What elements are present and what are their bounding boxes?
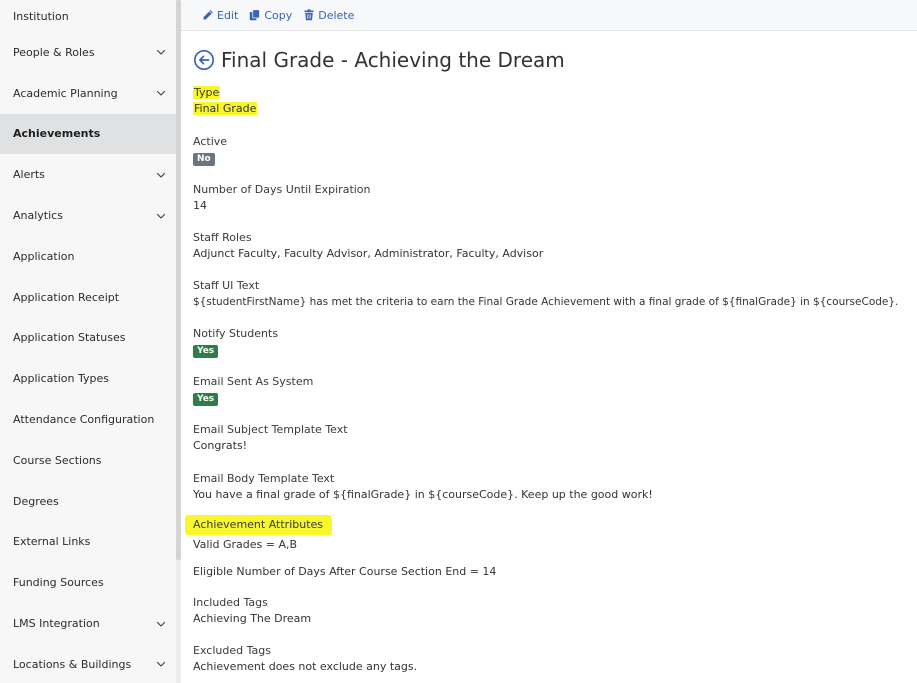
field-notify-students: Notify Students Yes [193,326,903,358]
field-email-body: Email Body Template Text You have a fina… [193,471,903,503]
sidebar-item-application-statuses[interactable]: Application Statuses [0,318,176,359]
field-included-tags: Included Tags Achieving The Dream [193,595,903,627]
field-active: Active No [193,134,903,166]
sidebar-item-label: LMS Integration [13,617,100,631]
sidebar-item-label: Analytics [13,209,63,223]
expiration-value: 14 [193,199,207,212]
sidebar-item-funding-sources[interactable]: Funding Sources [0,562,176,603]
trash-icon [304,9,314,21]
sidebar-item-label: Degrees [13,494,59,508]
sidebar-item-course-sections[interactable]: Course Sections [0,440,176,481]
pencil-icon [203,10,213,20]
sidebar-item-label: People & Roles [13,45,95,59]
sidebar-item-label: Achievements [13,127,101,141]
email-sent-as-system-badge: Yes [193,393,219,406]
sidebar-item-people-and-roles[interactable]: People & Roles [0,32,176,73]
sidebar-item-analytics[interactable]: Analytics [0,195,176,236]
achievement-attributes-label: Achievement Attributes [185,515,333,535]
sidebar-item-degrees[interactable]: Degrees [0,481,176,522]
included-tags-value: Achieving The Dream [193,612,312,625]
scrollbar-thumb[interactable] [176,0,181,560]
chevron-down-icon[interactable] [155,210,167,222]
achievement-attributes-values-2: Eligible Number of Days After Course Sec… [193,563,903,580]
sidebar-item-label: Application Statuses [13,331,126,345]
chevron-down-icon[interactable] [155,618,167,630]
delete-label: Delete [318,8,355,22]
expiration-label: Number of Days Until Expiration [193,183,371,196]
staff-ui-text-label: Staff UI Text [193,279,260,292]
detail-panel: Final Grade - Achieving the Dream [193,44,903,76]
email-subject-label: Email Subject Template Text [193,423,348,436]
staff-roles-value: Adjunct Faculty, Faculty Advisor, Admini… [193,247,544,260]
email-sent-as-system-label: Email Sent As System [193,375,314,388]
sidebar-item-label: Attendance Configuration [13,413,155,427]
chevron-down-icon[interactable] [155,169,167,181]
sidebar-item-label: Application Types [13,372,109,386]
sidebar-item-application[interactable]: Application [0,236,176,277]
sidebar-item-institution[interactable]: Institution [0,0,176,32]
field-staff-roles: Staff Roles Adjunct Faculty, Faculty Adv… [193,230,903,262]
staff-ui-text-value: ${studentFirstName} has met the criteria… [193,296,899,308]
excluded-tags-label: Excluded Tags [193,644,271,657]
sidebar-scrollbar[interactable] [176,0,181,683]
copy-button[interactable]: Copy [249,9,292,22]
email-subject-value: Congrats! [193,439,248,452]
active-badge: No [193,153,215,166]
sidebar-item-label: Course Sections [13,453,102,467]
active-label: Active [193,135,228,148]
sidebar-item-achievements[interactable]: Achievements [0,113,176,155]
delete-button[interactable]: Delete [303,9,354,22]
chevron-down-icon[interactable] [155,87,167,99]
sidebar-item-label: External Links [13,535,91,549]
sidebar-item-attendance-configuration[interactable]: Attendance Configuration [0,399,176,440]
field-achievement-attributes: Achievement Attributes [185,513,895,537]
sidebar-item-label: Application [13,249,75,263]
edit-label: Edit [217,8,239,22]
field-email-subject: Email Subject Template Text Congrats! [193,422,903,454]
chevron-down-icon[interactable] [155,658,167,670]
type-label: Type [193,86,221,99]
field-type: Type Final Grade [193,85,903,117]
sidebar-item-academic-planning[interactable]: Academic Planning [0,73,176,114]
email-body-value: You have a final grade of ${finalGrade} … [193,488,653,501]
included-tags-label: Included Tags [193,596,268,609]
achievement-attribute-item: Eligible Number of Days After Course Sec… [193,565,497,578]
field-staff-ui-text: Staff UI Text ${studentFirstName} has me… [193,278,903,310]
achievement-attributes-values: Valid Grades = A,B [193,536,903,553]
sidebar-item-label: Alerts [13,168,45,182]
sidebar-item-label: Academic Planning [13,86,118,100]
sidebar-item-label: Locations & Buildings [13,657,132,671]
sidebar-item-label: Application Receipt [13,290,120,304]
sidebar-item-application-receipt[interactable]: Application Receipt [0,277,176,318]
sidebar: Institution People & Roles Academic Planni… [0,0,176,683]
notify-students-label: Notify Students [193,327,279,340]
excluded-tags-value: Achievement does not exclude any tags. [193,660,418,673]
edit-button[interactable]: Edit [202,9,238,22]
sidebar-item-label: Funding Sources [13,576,104,590]
sidebar-item-label: Institution [13,9,69,23]
toolbar: Edit Copy Delete [181,0,917,31]
field-excluded-tags: Excluded Tags Achievement does not exclu… [193,643,903,675]
copy-label: Copy [264,8,293,22]
field-email-sent-as-system: Email Sent As System Yes [193,374,903,406]
title-row: Final Grade - Achieving the Dream [193,44,903,76]
sidebar-item-application-types[interactable]: Application Types [0,358,176,399]
sidebar-item-external-links[interactable]: External Links [0,522,176,563]
chevron-down-icon[interactable] [155,46,167,58]
staff-roles-label: Staff Roles [193,231,252,244]
page-title: Final Grade - Achieving the Dream [221,48,565,72]
sidebar-item-lms-integration[interactable]: LMS Integration [0,603,176,644]
type-value: Final Grade [193,102,258,115]
notify-students-badge: Yes [193,345,219,358]
email-body-label: Email Body Template Text [193,472,335,485]
achievement-attribute-item: Valid Grades = A,B [193,538,298,551]
back-arrow-icon[interactable] [193,49,215,71]
sidebar-item-alerts[interactable]: Alerts [0,154,176,195]
copy-icon [250,9,261,21]
field-expiration: Number of Days Until Expiration 14 [193,182,903,214]
sidebar-item-locations-and-buildings[interactable]: Locations & Buildings [0,644,176,683]
